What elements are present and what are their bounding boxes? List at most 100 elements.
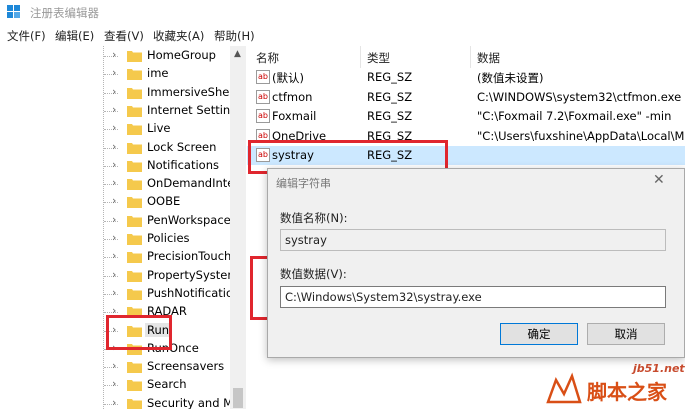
tree-item[interactable]: › Search	[0, 376, 230, 394]
tree-item-label: OnDemandInte	[147, 176, 235, 191]
tree-item-label: OOBE	[147, 194, 181, 209]
value-name: ctfmon	[272, 89, 313, 104]
edit-string-dialog: 编辑字符串 ✕ 数值名称(N): systray 数值数据(V): C:\Win…	[267, 168, 685, 358]
highlight-run-key	[106, 315, 172, 350]
tree-item-label: Lock Screen	[147, 139, 217, 154]
tree-item-label: PenWorkspace	[147, 212, 231, 227]
title-bar: 注册表编辑器	[0, 0, 685, 26]
value-data-label: 数值数据(V):	[280, 267, 347, 281]
watermark-name: 脚本之家	[587, 380, 667, 404]
folder-icon	[127, 252, 142, 264]
tree-item[interactable]: › Security and Ma	[0, 395, 240, 409]
key-tree[interactable]: › HomeGroup › ime › ImmersiveShell › Internet S…	[0, 46, 246, 409]
tree-item-label: ime	[147, 66, 169, 81]
chevron-right-icon[interactable]: ›	[112, 140, 116, 153]
tree-item[interactable]: › PrecisionTouch	[0, 248, 232, 266]
menu-favorites[interactable]: 收藏夹(A)	[153, 28, 204, 44]
tree-item[interactable]: › Policies	[0, 230, 230, 248]
column-separator[interactable]	[360, 46, 361, 68]
folder-icon	[127, 51, 142, 62]
chevron-right-icon[interactable]: ›	[112, 286, 116, 299]
chevron-right-icon[interactable]: ›	[112, 176, 116, 189]
tree-item[interactable]: › ImmersiveShell	[0, 84, 236, 102]
menu-view[interactable]: 查看(V)	[104, 28, 144, 44]
tree-item[interactable]: › Internet Setting	[0, 102, 238, 120]
menu-file[interactable]: 文件(F)	[7, 28, 46, 44]
string-value-icon: ab	[256, 70, 270, 84]
tree-item[interactable]: › ime	[0, 65, 230, 83]
value-data-input[interactable]: C:\Windows\System32\systray.exe	[280, 286, 666, 308]
menu-help[interactable]: 帮助(H)	[214, 28, 255, 44]
tree-item[interactable]: › Notifications	[0, 157, 230, 175]
folder-icon	[127, 142, 142, 154]
tree-item[interactable]: › PenWorkspace	[0, 212, 231, 230]
folder-icon	[127, 105, 142, 117]
chevron-right-icon[interactable]: ›	[112, 359, 116, 372]
ok-button[interactable]: 确定	[500, 323, 578, 345]
string-value-icon: ab	[256, 109, 270, 124]
chevron-right-icon[interactable]: ›	[112, 213, 116, 226]
folder-icon	[127, 124, 142, 136]
tree-item[interactable]: › HomeGroup	[0, 47, 230, 65]
value-name-label: 数值名称(N):	[280, 211, 348, 225]
chevron-right-icon[interactable]: ›	[112, 158, 116, 171]
registry-app-icon	[7, 5, 20, 18]
chevron-right-icon[interactable]: ›	[112, 48, 116, 61]
tree-scrollbar[interactable]: ▲	[230, 46, 246, 409]
value-type: REG_SZ	[367, 70, 413, 84]
watermark-logo-icon	[546, 372, 582, 404]
tree-item[interactable]: › Live	[0, 120, 230, 138]
tree-item[interactable]: › Screensavers	[0, 358, 230, 376]
tree-item-label: Policies	[147, 231, 190, 245]
value-row[interactable]: ab (默认) REG_SZ (数值未设置)	[247, 68, 685, 87]
value-name-field[interactable]: systray	[280, 229, 666, 251]
chevron-right-icon[interactable]: ›	[112, 396, 116, 409]
folder-icon	[127, 87, 142, 99]
list-header: 名称 类型 数据	[247, 46, 685, 68]
tree-item[interactable]: › OnDemandInte	[0, 175, 234, 193]
column-data-header[interactable]: 数据	[477, 50, 500, 66]
menu-bar: 文件(F) 编辑(E) 查看(V) 收藏夹(A) 帮助(H)	[0, 26, 685, 46]
column-separator[interactable]	[470, 46, 471, 68]
tree-item-label: Notifications	[147, 157, 219, 172]
menu-edit[interactable]: 编辑(E)	[55, 28, 94, 44]
value-row[interactable]: ab ctfmon REG_SZ C:\WINDOWS\system32\ctfmon…	[247, 88, 685, 107]
chevron-right-icon[interactable]: ›	[112, 121, 116, 134]
string-value-icon: ab	[256, 89, 270, 104]
chevron-right-icon[interactable]: ›	[112, 103, 116, 116]
scroll-thumb[interactable]	[233, 388, 243, 408]
chevron-right-icon[interactable]: ›	[112, 268, 116, 281]
cancel-button[interactable]: 取消	[587, 323, 665, 345]
folder-icon	[127, 398, 142, 409]
watermark-url: jb51.net	[633, 362, 685, 375]
chevron-right-icon[interactable]: ›	[112, 194, 116, 207]
value-data: C:\WINDOWS\system32\ctfmon.exe	[477, 89, 682, 104]
value-row[interactable]: ab Foxmail REG_SZ "C:\Foxmail 7.2\Foxmail.e…	[247, 107, 685, 126]
chevron-right-icon[interactable]: ›	[112, 85, 116, 98]
value-name: Foxmail	[272, 109, 317, 124]
tree-item-label: PropertySystem	[147, 267, 239, 282]
folder-icon	[127, 160, 142, 172]
window-title: 注册表编辑器	[30, 6, 99, 20]
chevron-right-icon[interactable]: ›	[112, 249, 116, 262]
column-type-header[interactable]: 类型	[367, 50, 390, 66]
tree-item-label: Search	[147, 377, 187, 392]
folder-icon	[127, 179, 142, 191]
chevron-right-icon[interactable]: ›	[112, 66, 116, 79]
value-type: REG_SZ	[367, 89, 413, 104]
tree-item[interactable]: › PropertySystem	[0, 267, 239, 285]
tree-item[interactable]: › Lock Screen	[0, 139, 230, 157]
tree-item[interactable]: › OOBE	[0, 193, 230, 211]
tree-item[interactable]: › PushNotification	[0, 285, 240, 303]
tree-item-label: PushNotification	[147, 285, 241, 300]
scroll-up-icon[interactable]: ▲	[234, 49, 241, 59]
value-data: (数值未设置)	[477, 71, 544, 85]
close-icon[interactable]: ✕	[653, 172, 665, 188]
chevron-right-icon[interactable]: ›	[112, 231, 116, 244]
tree-item-label: PrecisionTouch	[147, 249, 232, 264]
value-name: (默认)	[272, 71, 304, 85]
chevron-right-icon[interactable]: ›	[112, 377, 116, 390]
value-type: REG_SZ	[367, 109, 413, 124]
column-name-header[interactable]: 名称	[256, 50, 279, 66]
folder-icon	[127, 197, 142, 209]
